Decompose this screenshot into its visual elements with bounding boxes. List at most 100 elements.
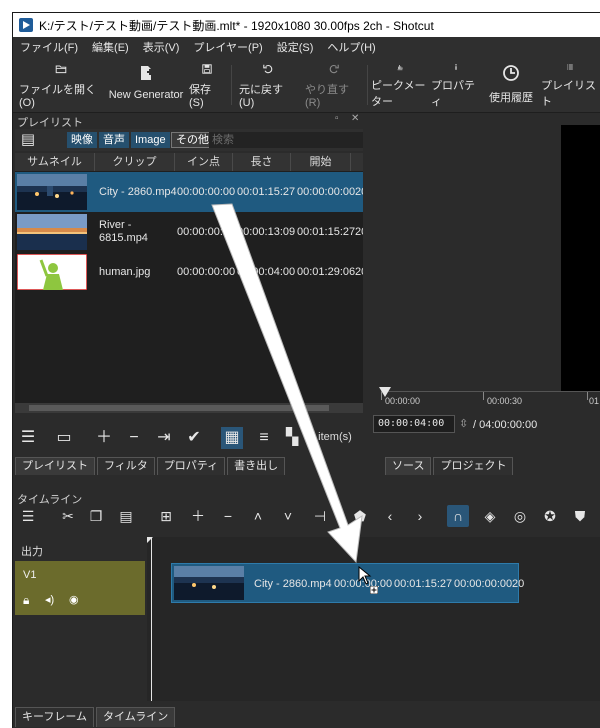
peak-meter-button[interactable]: ピークメーター — [371, 61, 429, 109]
menu-view[interactable]: 表示(V) — [136, 39, 187, 55]
redo-button[interactable]: やり直す(R) — [305, 61, 363, 109]
undo-icon — [263, 64, 273, 74]
toolbar-separator — [231, 65, 232, 105]
redo-icon — [329, 64, 339, 74]
close-panel-icon[interactable]: ✕ — [351, 113, 359, 124]
timeline-playhead[interactable] — [151, 537, 152, 701]
lock-icon[interactable]: 🔒︎ — [23, 593, 29, 608]
filter-image[interactable]: Image — [131, 132, 170, 148]
append-icon[interactable]: ⊞ — [155, 505, 177, 527]
menu-file[interactable]: ファイル(F) — [13, 39, 85, 55]
tab-properties[interactable]: プロパティ — [156, 457, 226, 475]
tab-filters[interactable]: フィルタ — [97, 457, 155, 475]
mouse-cursor-icon — [358, 566, 372, 585]
track-header-v1[interactable]: V1 🔒︎ ◂) ◉ — [15, 561, 145, 615]
add-icon[interactable]: ＋ — [93, 427, 115, 449]
check-icon[interactable]: ✔ — [183, 427, 205, 449]
scrub-audio-icon[interactable]: ◈ — [479, 505, 501, 527]
marker-icon[interactable]: ⬟ — [349, 505, 371, 527]
ripple-icon[interactable]: ◎ — [509, 505, 531, 527]
update-icon[interactable]: ⇥ — [153, 427, 175, 449]
previous-marker-icon[interactable]: ‹ — [379, 505, 401, 527]
left-panel-tabs: プレイリスト フィルタ プロパティ 書き出し — [15, 457, 287, 475]
tab-playlist[interactable]: プレイリスト — [15, 457, 95, 475]
new-generator-button[interactable]: New Generator — [103, 61, 189, 109]
remove-icon[interactable]: − — [123, 427, 145, 449]
eye-icon[interactable]: ◉ — [69, 593, 79, 606]
float-panel-icon[interactable]: ▫ — [335, 113, 339, 124]
properties-button[interactable]: プロパティ — [431, 61, 481, 109]
filter-video[interactable]: 映像 — [67, 132, 97, 148]
clip-extra: 20 — [512, 578, 525, 590]
human-thumbnail — [17, 254, 87, 290]
scrollbar-thumb[interactable] — [29, 405, 329, 411]
list-view-icon[interactable]: ≡ — [253, 427, 275, 449]
timecode-spinner-icon[interactable]: ⇳ — [459, 417, 468, 430]
lift-icon[interactable]: ˄ — [247, 505, 269, 527]
details-view-icon[interactable]: ▦ — [221, 427, 243, 449]
filter-audio[interactable]: 音声 — [99, 132, 129, 148]
tab-keyframes[interactable]: キーフレーム — [15, 707, 95, 727]
toolbar-separator — [367, 65, 368, 105]
snap-magnet-icon[interactable]: ∩ — [447, 505, 469, 527]
column-thumbnail[interactable]: サムネイル — [15, 153, 95, 171]
river-thumbnail — [17, 214, 87, 250]
clip-length: 00:00:04:00 — [237, 266, 296, 278]
overwrite-icon[interactable]: ˅ — [277, 505, 299, 527]
playlist-horizontal-scrollbar[interactable] — [15, 403, 363, 413]
player-time-ruler[interactable]: 00:00:00 00:00:30 01 — [381, 391, 600, 413]
cut-icon[interactable]: ✂ — [57, 505, 79, 527]
table-row[interactable]: River - 6815.mp4 00:00:00:00 00:00:13:09… — [15, 212, 363, 252]
playlist-menu-icon[interactable]: ☰ — [17, 427, 39, 449]
playlist-menu-icon[interactable]: ▤ — [17, 129, 39, 151]
icon-view-icon[interactable]: ▚ — [281, 427, 303, 449]
window-title: K:/テスト/テスト動画/テスト動画.mlt* - 1920x1080 30.0… — [39, 18, 434, 33]
paste-icon[interactable]: ▤ — [115, 505, 137, 527]
tab-project[interactable]: プロジェクト — [433, 457, 514, 475]
timeline-clip[interactable]: City - 2860.mp4 00:00:00:00 00:01:15:27 … — [171, 563, 524, 603]
playlist-button[interactable]: プレイリスト — [541, 61, 599, 109]
playlist-panel-title: プレイリスト — [17, 117, 83, 129]
tab-timeline[interactable]: タイムライン — [96, 707, 176, 727]
split-icon[interactable]: ⊣ — [309, 505, 331, 527]
playlist-search-input[interactable]: 検索 — [209, 132, 363, 148]
ripple-all-icon[interactable]: ✪ — [539, 505, 561, 527]
open-file-button[interactable]: ファイルを開く(O) — [19, 61, 103, 109]
open-folder-icon[interactable]: ▭ — [53, 427, 75, 449]
clip-name: human.jpg — [99, 266, 151, 278]
playlist-table-header: サムネイル クリップ イン点 長さ 開始 — [15, 153, 363, 171]
menu-player[interactable]: プレイヤー(P) — [186, 39, 269, 55]
table-row[interactable]: human.jpg 00:00:00:00 00:00:04:00 00:01:… — [15, 252, 363, 292]
remove-icon[interactable]: − — [217, 505, 239, 527]
menu-edit[interactable]: 編集(E) — [85, 39, 136, 55]
undo-button[interactable]: 元に戻す(U) — [239, 61, 297, 109]
playhead-handle[interactable] — [147, 537, 153, 543]
timeline-menu-icon[interactable]: ☰ — [17, 505, 39, 527]
add-icon[interactable]: ＋ — [187, 505, 209, 527]
timecode-input[interactable]: 00:00:04:00 — [373, 415, 455, 433]
column-in[interactable]: イン点 — [175, 153, 233, 171]
tab-export[interactable]: 書き出し — [227, 457, 286, 475]
ripple-markers-icon[interactable]: ⛊ — [569, 505, 591, 527]
timeline-bottom-tabs: キーフレーム タイムライン — [15, 707, 177, 727]
column-start[interactable]: 開始 — [291, 153, 351, 171]
column-clip[interactable]: クリップ — [95, 153, 175, 171]
city-thumbnail — [17, 174, 87, 210]
column-length[interactable]: 長さ — [233, 153, 291, 171]
history-button[interactable]: 使用履歴 — [485, 61, 537, 109]
clip-length: 00:01:15:27 — [237, 186, 296, 198]
filter-other[interactable]: その他 — [171, 132, 214, 148]
menu-help[interactable]: ヘルプ(H) — [320, 39, 382, 55]
copy-icon[interactable]: ❐ — [85, 505, 107, 527]
next-marker-icon[interactable]: › — [409, 505, 431, 527]
table-row[interactable]: City - 2860.mp4 00:00:00:00 00:01:15:27 … — [15, 172, 363, 212]
menu-settings[interactable]: 設定(S) — [270, 39, 321, 55]
shotcut-window: K:/テスト/テスト動画/テスト動画.mlt* - 1920x1080 30.0… — [12, 12, 600, 728]
player-playhead-marker[interactable] — [379, 387, 391, 397]
save-button[interactable]: 保存(S) — [189, 61, 225, 109]
timeline-tracks-area[interactable]: City - 2860.mp4 00:00:00:00 00:01:15:27 … — [147, 537, 600, 701]
clock-icon — [503, 65, 519, 81]
clip-name: City - 2860.mp4 — [254, 578, 332, 590]
mute-icon[interactable]: ◂) — [45, 593, 54, 606]
tab-source[interactable]: ソース — [385, 457, 432, 475]
